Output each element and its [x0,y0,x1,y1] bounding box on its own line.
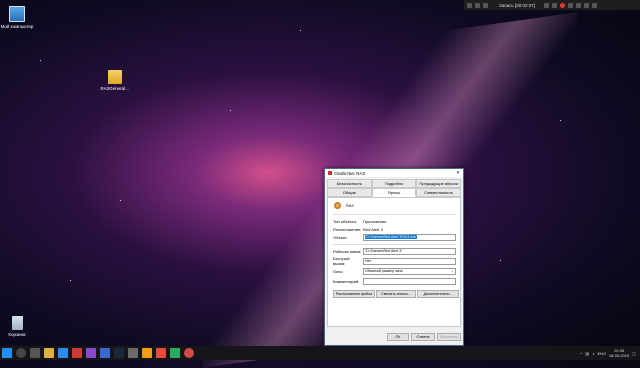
comment-label: Комментарий: [333,278,360,284]
star [500,260,501,261]
location-label: Расположение: [333,226,362,232]
workdir-label: Рабочая папка: [333,248,362,254]
recorder-settings-icon[interactable] [576,2,582,8]
recorder-close-icon[interactable] [592,2,598,8]
window-select[interactable]: Обычный размер окна ⌄ [363,267,456,275]
clock-date: 06.05.2019 [609,353,630,358]
tab-row-bottom: Общие Ярлык Совместимость [325,188,463,197]
star [560,120,561,121]
target-field[interactable]: "D:\Games\Red Alert 3\RA3.exe" [363,233,456,241]
star [70,280,71,281]
workdir-row: Рабочая папка: "D:\Games\Red Alert 3" [333,247,456,255]
recorder-menu-icon[interactable] [467,2,472,8]
hotkey-field[interactable]: Нет [363,257,456,265]
ra3-app-icon [334,202,341,209]
notifications-icon[interactable]: ▢ [632,351,636,356]
recycle-bin-icon [11,316,23,330]
advanced-button[interactable]: Дополнительно... [417,290,459,298]
target-value: "D:\Games\Red Alert 3\RA3.exe" [365,234,418,239]
dialog-title: Свойства: RA3 [334,170,366,176]
language-indicator[interactable]: ENG [598,351,607,356]
store-icon[interactable] [58,348,68,358]
window-label: Окно: [333,268,344,274]
app-icon-3[interactable] [142,348,152,358]
window-row: Окно: Обычный размер окна ⌄ [333,267,456,275]
location-row: Расположение: Red Alert 3 [333,226,456,232]
system-tray: ^ ▤ ◖ ENG 22:45 06.05.2019 ▢ [580,348,640,358]
tab-security[interactable]: Безопасность [327,179,372,188]
computer-icon [9,6,25,22]
apply-button[interactable]: Применить [437,333,461,341]
taskbar: ^ ▤ ◖ ENG 22:45 06.05.2019 ▢ [0,346,640,360]
hotkey-row: Быстрый вызов: Нет [333,256,456,266]
clock[interactable]: 22:45 06.05.2019 [609,348,629,358]
desktop-icon-label: Мой компьютер [0,24,34,29]
app-icon-4[interactable] [170,348,180,358]
star [120,200,121,201]
tab-row-top: Безопасность Подробно Предыдущие версии [325,177,463,188]
comment-row: Комментарий: [333,277,456,285]
folder-icon [108,70,122,84]
target-row: Объект: "D:\Games\Red Alert 3\RA3.exe" [333,233,456,241]
app-icon-2[interactable] [128,348,138,358]
window-value: Обычный размер окна [365,268,403,273]
tab-general[interactable]: Общие [327,188,372,197]
shortcut-icon [328,171,332,175]
desktop-icon-label: RA3General… [100,86,130,91]
start-icon[interactable] [2,348,12,358]
ok-button[interactable]: ОК [387,333,409,341]
app-icon-1[interactable] [72,348,82,358]
divider [333,244,456,245]
star [40,60,41,61]
premiere-icon[interactable] [86,348,96,358]
tab-previous-versions[interactable]: Предыдущие версии [416,179,461,188]
yandex-icon[interactable] [156,348,166,358]
hotkey-label: Быстрый вызов: [333,256,350,266]
open-file-location-button[interactable]: Расположение файла [333,290,375,298]
shortcut-panel: RA3 Тип объекта: Приложение Расположение… [327,197,461,327]
chevron-down-icon: ⌄ [450,268,454,273]
tab-shortcut[interactable]: Ярлык [371,188,417,197]
recorder-minimize-icon[interactable] [584,2,590,8]
desktop-icon-label: Корзина [8,332,26,337]
tab-details[interactable]: Подробно [371,179,417,188]
task-view-icon[interactable] [30,348,40,358]
tab-compatibility[interactable]: Совместимость [416,188,461,197]
explorer-icon[interactable] [44,348,54,358]
app-name: RA3 [346,203,354,208]
recorder-status: Запись [00:02:37] [499,2,536,8]
close-icon[interactable]: ✕ [453,170,463,176]
recorder-camera-icon[interactable] [475,2,480,8]
recorder-record-icon[interactable] [560,2,566,8]
recorder-app-icon[interactable] [184,348,194,358]
type-value: Приложение [363,218,387,224]
recorder-mic-icon[interactable] [483,2,488,8]
type-label: Тип объекта: [333,218,357,224]
search-icon[interactable] [16,348,26,358]
recorder-pause-icon[interactable] [544,2,550,8]
network-icon[interactable]: ▤ [585,351,589,356]
chevron-up-icon[interactable]: ^ [580,351,582,356]
desktop-icon-my-computer[interactable]: Мой компьютер [0,6,34,29]
target-label: Объект: [333,234,348,240]
recorder-toolbar: Запись [00:02:37] [464,0,640,10]
properties-dialog: Свойства: RA3 ✕ Безопасность Подробно Пр… [324,168,464,346]
volume-icon[interactable]: ◖ [592,351,594,356]
star [230,110,231,111]
cancel-button[interactable]: Отмена [411,333,435,341]
change-icon-button[interactable]: Сменить значок... [376,290,416,298]
steam-icon[interactable] [114,348,124,358]
location-value: Red Alert 3 [363,226,383,232]
photoshop-icon[interactable] [100,348,110,358]
recorder-stop-icon[interactable] [552,2,558,8]
dialog-titlebar[interactable]: Свойства: RA3 ✕ [325,169,463,177]
divider [333,214,456,215]
desktop-icon-recycle-bin[interactable]: Корзина [0,316,34,337]
recorder-screenshot-icon[interactable] [568,2,574,8]
star [300,30,301,31]
workdir-field[interactable]: "D:\Games\Red Alert 3" [363,247,456,255]
desktop-icon-ra3-folder[interactable]: RA3General… [98,70,132,91]
comment-field[interactable] [363,277,456,285]
type-row: Тип объекта: Приложение [333,218,456,224]
